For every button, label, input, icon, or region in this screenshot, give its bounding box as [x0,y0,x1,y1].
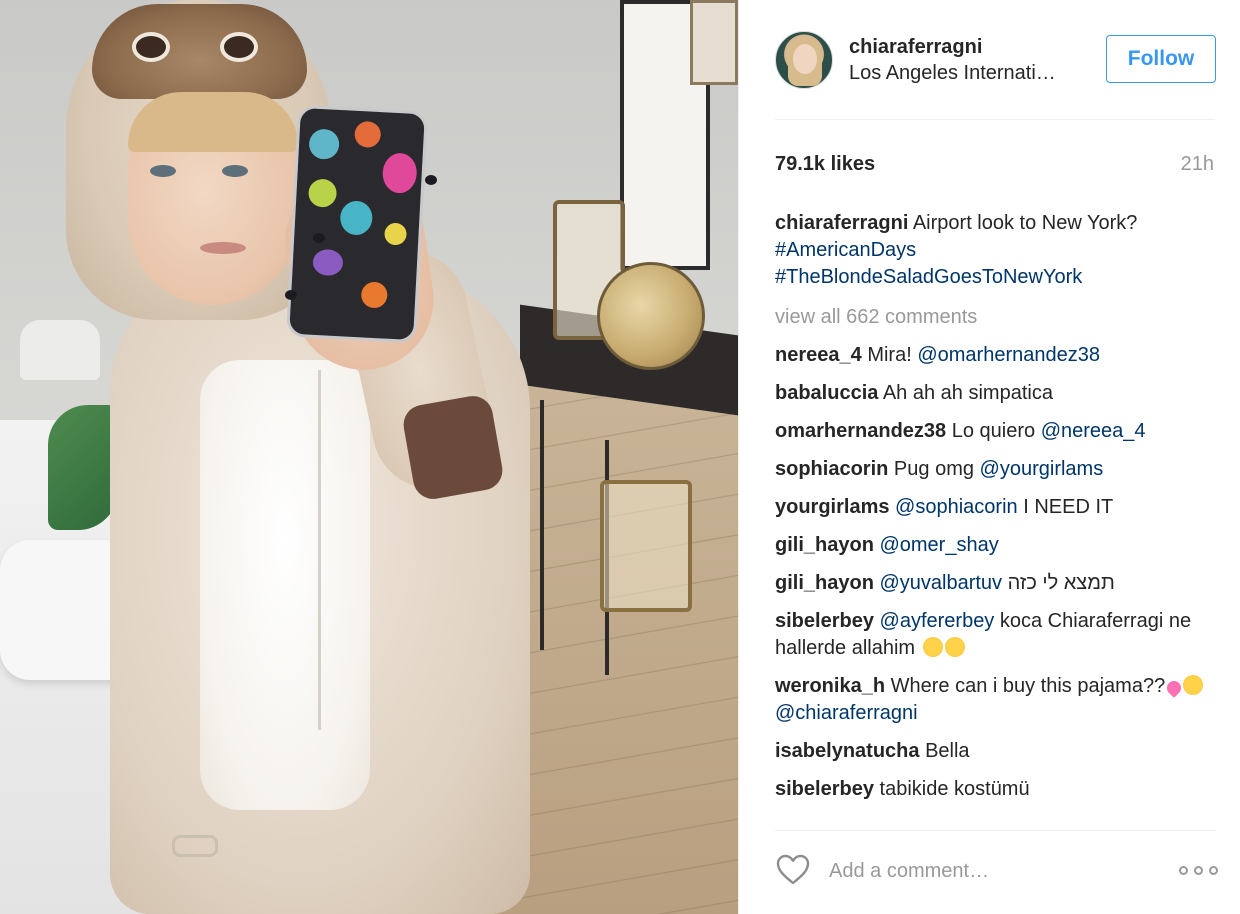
comment-username[interactable]: nereea_4 [775,344,862,366]
comment-item: isabelynatucha Bella [775,740,970,762]
location-link[interactable]: Los Angeles Internati… [849,62,1089,85]
comment-username[interactable]: omarhernandez38 [775,420,946,442]
comment-username[interactable]: babaluccia [775,382,878,404]
comment-item: sibelerbey tabikide kostümü [775,778,1030,800]
comment-mention[interactable]: @ayfererbey [880,610,995,632]
comment-username[interactable]: sibelerbey [775,610,874,632]
post-side-panel: chiaraferragni Los Angeles Internati… Fo… [738,0,1240,914]
hashtag-american-days[interactable]: #AmericanDays [775,239,916,261]
view-all-comments-link[interactable]: view all 662 comments [775,304,1215,331]
comment-item: gili_hayon @yuvalbartuv תמצא לי כזה [775,572,1115,594]
tears-of-joy-emoji-icon [944,637,965,657]
comment-mention[interactable]: @yuvalbartuv [879,572,1002,594]
heart-outline-icon[interactable] [775,852,811,888]
post-photo[interactable] [0,0,738,914]
sparkling-heart-emoji-icon [1164,678,1185,698]
likes-count[interactable]: 79.1k likes [775,153,875,176]
comment-username[interactable]: sophiacorin [775,458,888,480]
header-divider [775,119,1215,120]
comment-item: yourgirlams @sophiacorin I NEED IT [775,496,1114,518]
comment-item: gili_hayon @omer_shay [775,532,1215,559]
comment-mention[interactable]: @chiaraferragni [775,702,918,724]
comment-item: nereea_4 Mira! @omarhernandez38 [775,344,1100,366]
comment-username[interactable]: isabelynatucha [775,740,920,762]
follow-button[interactable]: Follow [1106,35,1216,83]
heart-eyes-emoji-icon [1183,675,1204,695]
comment-mention[interactable]: @omer_shay [879,534,998,556]
add-comment-input[interactable] [829,856,1129,886]
caption-username[interactable]: chiaraferragni [775,212,908,234]
comment-mention[interactable]: @sophiacorin [895,496,1018,518]
photo-phone [286,104,428,344]
photo-globe [597,262,705,370]
footer-divider [775,830,1215,831]
hashtag-blonde-salad[interactable]: #TheBlondeSaladGoesToNewYork [775,266,1082,288]
post-caption: chiaraferragni Airport look to New York?… [775,210,1215,291]
post-header: chiaraferragni Los Angeles Internati… Fo… [739,0,1240,120]
comment-username[interactable]: sibelerbey [775,778,874,800]
tears-of-joy-emoji-icon [922,637,943,657]
comment-mention[interactable]: @yourgirlams [980,458,1104,480]
comment-mention[interactable]: @nereea_4 [1041,420,1146,442]
comment-username[interactable]: gili_hayon [775,572,874,594]
comment-item: omarhernandez38 Lo quiero @nereea_4 [775,420,1146,442]
caption-text: Airport look to New York? [912,212,1138,234]
comment-item: sibelerbey @ayfererbey koca Chiaraferrag… [775,610,1192,659]
comment-item: sophiacorin Pug omg @yourgirlams [775,458,1104,480]
photo-pug-face [92,4,307,99]
comment-mention[interactable]: @omarhernandez38 [917,344,1100,366]
avatar[interactable] [775,31,833,89]
comment-username[interactable]: weronika_h [775,675,885,697]
more-options-icon[interactable] [1179,866,1219,878]
comment-item: babaluccia Ah ah ah simpatica [775,382,1053,404]
comment-username[interactable]: gili_hayon [775,534,874,556]
comment-item: weronika_h Where can i buy this pajama??… [775,673,1215,727]
post-timestamp[interactable]: 21h [1181,153,1214,176]
comments-list[interactable]: chiaraferragni Airport look to New York?… [775,210,1215,824]
username-link[interactable]: chiaraferragni [849,36,982,59]
comment-username[interactable]: yourgirlams [775,496,889,518]
